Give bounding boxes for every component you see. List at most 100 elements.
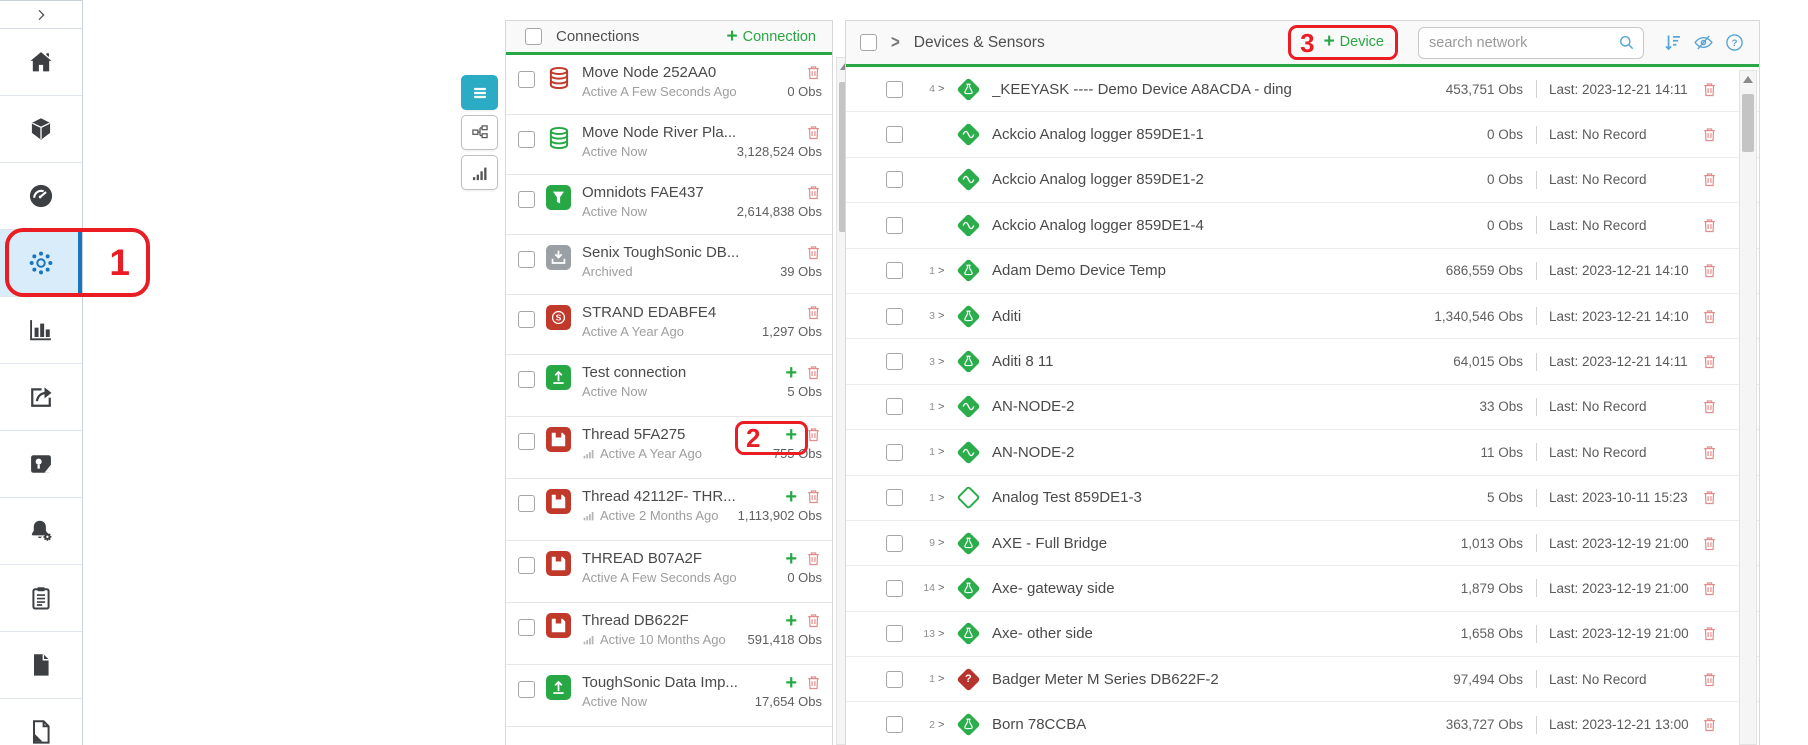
help-icon[interactable] (1724, 32, 1745, 53)
delete-connection-icon[interactable] (805, 488, 822, 505)
device-checkbox[interactable] (886, 716, 903, 734)
device-checkbox[interactable] (886, 80, 903, 98)
delete-device-icon[interactable] (1701, 580, 1718, 597)
connection-row[interactable]: THREAD B07A2F + Active A Few Seconds Ago 0 … (506, 541, 832, 603)
expand-device-chevron[interactable]: > (938, 446, 948, 458)
device-row[interactable]: 2 > Born 78CCBA 363,727 Obs Last: 2023-12-21… (846, 702, 1759, 745)
delete-device-icon[interactable] (1701, 171, 1718, 188)
device-checkbox[interactable] (886, 307, 903, 325)
expand-device-chevron[interactable]: > (938, 356, 948, 368)
expand-device-chevron[interactable]: > (938, 628, 948, 640)
delete-device-icon[interactable] (1701, 671, 1718, 688)
connection-row[interactable]: Thread DB622F + Active 10 Months Ago 591,41… (506, 603, 832, 665)
connection-checkbox[interactable] (518, 557, 535, 574)
delete-connection-icon[interactable] (805, 124, 822, 141)
view-tree-button[interactable] (461, 115, 498, 150)
delete-connection-icon[interactable] (805, 184, 822, 201)
delete-device-icon[interactable] (1701, 217, 1718, 234)
delete-connection-icon[interactable] (805, 64, 822, 81)
device-row[interactable]: 1 >? Badger Meter M Series DB622F-2 97,494 … (846, 657, 1759, 703)
visibility-icon[interactable] (1693, 32, 1714, 53)
device-row[interactable]: Ackcio Analog logger 859DE1-1 0 Obs Last: … (846, 112, 1759, 158)
connection-row[interactable]: Move Node River Pla... Active Now 3,128,52… (506, 115, 832, 175)
scroll-up-button[interactable] (1740, 71, 1756, 88)
expand-device-chevron[interactable]: > (938, 310, 948, 322)
delete-connection-icon[interactable] (805, 550, 822, 567)
select-all-devices-checkbox[interactable] (860, 34, 877, 51)
device-row[interactable]: Ackcio Analog logger 859DE1-2 0 Obs Last: … (846, 158, 1759, 204)
select-all-connections-checkbox[interactable] (525, 28, 542, 45)
sidebar-item-gauge[interactable] (0, 163, 82, 230)
expand-device-chevron[interactable]: > (938, 401, 948, 413)
add-device-to-connection-button[interactable]: + (785, 611, 797, 631)
sidebar-item-report[interactable] (0, 699, 82, 745)
add-device-to-connection-button[interactable]: + (785, 363, 797, 383)
device-checkbox[interactable] (886, 443, 903, 461)
delete-connection-icon[interactable] (805, 244, 822, 261)
device-checkbox[interactable] (886, 670, 903, 688)
delete-connection-icon[interactable] (805, 364, 822, 381)
add-connection-button[interactable]: + Connection (727, 27, 816, 46)
connection-checkbox[interactable] (518, 131, 535, 148)
device-checkbox[interactable] (886, 579, 903, 597)
sidebar-item-clipboard[interactable] (0, 565, 82, 632)
delete-connection-icon[interactable] (805, 426, 822, 443)
connection-checkbox[interactable] (518, 371, 535, 388)
connection-checkbox[interactable] (518, 191, 535, 208)
delete-device-icon[interactable] (1701, 489, 1718, 506)
connection-checkbox[interactable] (518, 71, 535, 88)
sidebar-item-home[interactable] (0, 29, 82, 96)
add-device-to-connection-button[interactable]: + (785, 487, 797, 507)
connection-checkbox[interactable] (518, 251, 535, 268)
sidebar-item-share[interactable] (0, 364, 82, 431)
expand-device-chevron[interactable]: > (938, 537, 948, 549)
sidebar-item-alert-settings[interactable] (0, 498, 82, 565)
sidebar-item-map[interactable] (0, 431, 82, 498)
sort-descending-icon[interactable] (1662, 32, 1683, 53)
connection-row[interactable]: Thread 42112F- THR... + Active 2 Months Ag… (506, 479, 832, 541)
connection-row[interactable]: Test connection + Active Now 5 Obs (506, 355, 832, 417)
device-row[interactable]: 1 > AN-NODE-2 33 Obs Last: No Record (846, 385, 1759, 431)
connection-checkbox[interactable] (518, 619, 535, 636)
delete-device-icon[interactable] (1701, 262, 1718, 279)
connection-row[interactable]: Move Node 252AA0 Active A Few Seconds Ago… (506, 55, 832, 115)
add-device-button[interactable]: + Device (1324, 32, 1384, 51)
device-checkbox[interactable] (886, 126, 903, 144)
delete-connection-icon[interactable] (805, 612, 822, 629)
expand-device-chevron[interactable]: > (938, 83, 948, 95)
device-row[interactable]: 1 > Analog Test 859DE1-3 5 Obs Last: 2023-10… (846, 476, 1759, 521)
sidebar-item-cube[interactable] (0, 96, 82, 163)
device-row[interactable]: 9 > AXE - Full Bridge 1,013 Obs Last: 2023-1… (846, 521, 1759, 567)
connection-row[interactable]: Omnidots FAE437 Active Now 2,614,838 Obs (506, 175, 832, 235)
device-checkbox[interactable] (886, 534, 903, 552)
delete-connection-icon[interactable] (805, 304, 822, 321)
connection-checkbox[interactable] (518, 495, 535, 512)
device-checkbox[interactable] (886, 216, 903, 234)
device-row[interactable]: 14 > Axe- gateway side 1,879 Obs Last: 2023-… (846, 566, 1759, 612)
expand-device-chevron[interactable]: > (938, 265, 948, 277)
device-checkbox[interactable] (886, 171, 903, 189)
search-network-input[interactable] (1418, 26, 1644, 59)
device-row[interactable]: 1 > AN-NODE-2 11 Obs Last: No Record (846, 430, 1759, 476)
connection-row[interactable]: ToughSonic Data Imp... + Active Now 17,654 … (506, 665, 832, 727)
sidebar-item-network-hub[interactable] (0, 230, 82, 297)
delete-device-icon[interactable] (1701, 716, 1718, 733)
device-checkbox[interactable] (886, 353, 903, 371)
expand-all-chevron[interactable]: > (891, 32, 900, 52)
add-device-to-connection-button[interactable]: + (785, 673, 797, 693)
expand-device-chevron[interactable]: > (938, 719, 948, 731)
view-bars-button[interactable] (461, 155, 498, 190)
device-row[interactable]: 3 > Aditi 8 11 64,015 Obs Last: 2023-12-21 1… (846, 339, 1759, 385)
delete-device-icon[interactable] (1701, 308, 1718, 325)
device-checkbox[interactable] (886, 625, 903, 643)
delete-device-icon[interactable] (1701, 444, 1718, 461)
view-list-button[interactable] (461, 75, 498, 110)
connection-checkbox[interactable] (518, 433, 535, 450)
collapse-sidebar-button[interactable] (0, 1, 82, 29)
delete-device-icon[interactable] (1701, 398, 1718, 415)
delete-connection-icon[interactable] (805, 674, 822, 691)
device-row[interactable]: 13 > Axe- other side 1,658 Obs Last: 2023-12… (846, 612, 1759, 658)
connection-row[interactable]: STRAND EDABFE4 Active A Year Ago 1,297 Obs (506, 295, 832, 355)
sidebar-item-file[interactable] (0, 632, 82, 699)
connection-row[interactable]: Senix ToughSonic DB... Archived 39 Obs (506, 235, 832, 295)
